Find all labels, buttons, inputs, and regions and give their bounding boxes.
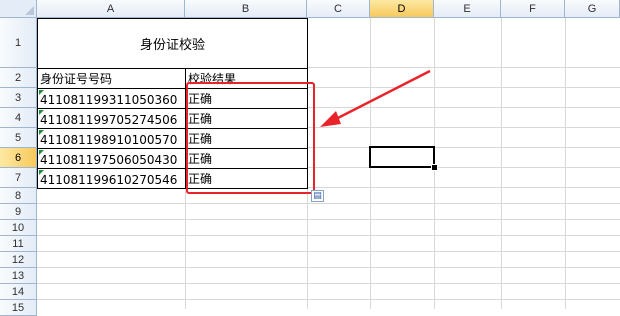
annotation-arrow-icon — [320, 69, 431, 127]
spreadsheet: A B C D E F G 1 2 3 4 5 6 7 8 9 10 11 12… — [0, 0, 620, 316]
